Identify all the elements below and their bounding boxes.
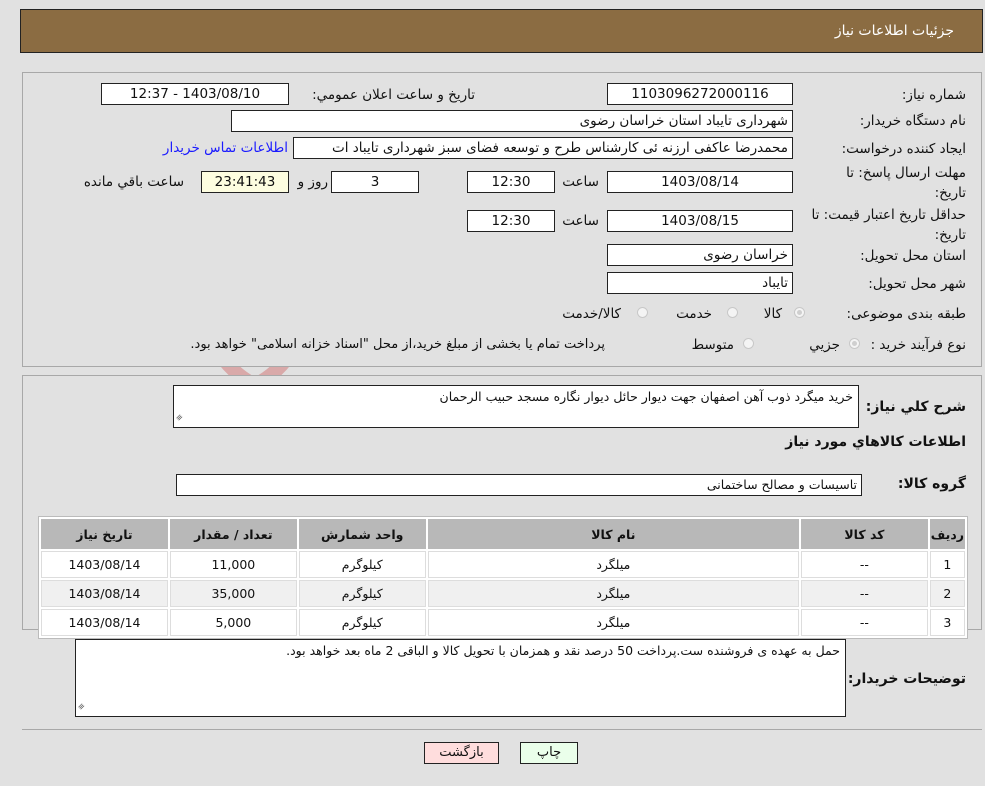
summary-label: شرح کلي نياز: bbox=[865, 399, 966, 415]
cell-date: 1403/08/14 bbox=[41, 580, 168, 607]
validity-time-field: 12:30 bbox=[467, 210, 555, 232]
category-option-service: خدمت bbox=[676, 306, 712, 322]
need-number-label: شماره نیاز: bbox=[901, 87, 966, 103]
category-radio-service[interactable] bbox=[727, 307, 738, 318]
cell-name: میلگرد bbox=[427, 551, 799, 578]
city-label: شهر محل تحویل: bbox=[868, 276, 966, 292]
table-row: 1 -- میلگرد کیلوگرم 11,000 1403/08/14 bbox=[41, 551, 965, 578]
cell-row: 1 bbox=[929, 551, 965, 578]
cell-row: 2 bbox=[929, 580, 965, 607]
process-option-medium: متوسط bbox=[691, 337, 734, 353]
summary-textarea[interactable]: خرید میگرد ذوب آهن اصفهان جهت دیوار حائل… bbox=[173, 385, 859, 428]
summary-text: خرید میگرد ذوب آهن اصفهان جهت دیوار حائل… bbox=[439, 389, 853, 404]
col-name: نام کالا bbox=[427, 519, 799, 549]
cell-qty: 11,000 bbox=[169, 551, 297, 578]
validity-label: حداقل تاریخ اعتبار قیمت: تا تاریخ: bbox=[811, 207, 966, 243]
group-field: تاسیسات و مصالح ساختمانی bbox=[176, 474, 862, 496]
category-option-goods-service: کالا/خدمت bbox=[562, 306, 621, 322]
cell-date: 1403/08/14 bbox=[41, 609, 168, 636]
cell-unit: کیلوگرم bbox=[298, 580, 426, 607]
deadline-date-field: 1403/08/14 bbox=[607, 171, 793, 193]
province-label: استان محل تحویل: bbox=[860, 248, 966, 264]
days-field: 3 bbox=[331, 171, 419, 193]
col-date: تاریخ نیاز bbox=[41, 519, 168, 549]
cell-row: 3 bbox=[929, 609, 965, 636]
validity-time-label: ساعت bbox=[562, 213, 599, 229]
col-unit: واحد شمارش bbox=[298, 519, 426, 549]
process-radio-medium[interactable] bbox=[743, 338, 754, 349]
items-table: ردیف کد کالا نام کالا واحد شمارش تعداد /… bbox=[38, 516, 968, 639]
table-header-row: ردیف کد کالا نام کالا واحد شمارش تعداد /… bbox=[41, 519, 965, 549]
days-label: روز و bbox=[297, 174, 328, 190]
print-button[interactable]: چاپ bbox=[520, 742, 578, 764]
table-row: 2 -- میلگرد کیلوگرم 35,000 1403/08/14 bbox=[41, 580, 965, 607]
city-field: تایباد bbox=[607, 272, 793, 294]
cell-qty: 35,000 bbox=[169, 580, 297, 607]
notes-text: حمل به عهده ی فروشنده ست.پرداخت 50 درصد … bbox=[286, 643, 840, 658]
notes-label: توضیحات خریدار: bbox=[847, 671, 966, 687]
buyer-contact-link[interactable]: اطلاعات تماس خریدار bbox=[163, 140, 288, 156]
deadline-time-label: ساعت bbox=[562, 174, 599, 190]
cell-name: میلگرد bbox=[427, 609, 799, 636]
col-code: کد کالا bbox=[801, 519, 928, 549]
cell-date: 1403/08/14 bbox=[41, 551, 168, 578]
cell-code: -- bbox=[801, 551, 928, 578]
cell-code: -- bbox=[801, 609, 928, 636]
process-radio-minor[interactable] bbox=[849, 338, 860, 349]
table-row: 3 -- میلگرد کیلوگرم 5,000 1403/08/14 bbox=[41, 609, 965, 636]
back-button[interactable]: بازگشت bbox=[424, 742, 499, 764]
resize-grip-icon[interactable]: ≡ bbox=[171, 409, 188, 426]
buyer-org-field: شهرداری تایباد استان خراسان رضوی bbox=[231, 110, 793, 132]
process-note: پرداخت تمام یا بخشی از مبلغ خرید،از محل … bbox=[190, 337, 605, 352]
category-option-goods: کالا bbox=[763, 306, 782, 322]
deadline-label: مهلت ارسال پاسخ: تا تاریخ: bbox=[846, 165, 966, 201]
cell-unit: کیلوگرم bbox=[298, 551, 426, 578]
province-field: خراسان رضوی bbox=[607, 244, 793, 266]
process-option-minor: جزیي bbox=[809, 337, 840, 353]
creator-field: محمدرضا عاکفی ارزنه ئی کارشناس طرح و توس… bbox=[293, 137, 793, 159]
remaining-time-field: 23:41:43 bbox=[201, 171, 289, 193]
col-qty: تعداد / مقدار bbox=[169, 519, 297, 549]
announce-label: تاريخ و ساعت اعلان عمومي: bbox=[312, 87, 475, 103]
cell-code: -- bbox=[801, 580, 928, 607]
divider bbox=[22, 729, 982, 730]
creator-label: ایجاد کننده درخواست: bbox=[841, 141, 966, 157]
notes-textarea[interactable]: حمل به عهده ی فروشنده ست.پرداخت 50 درصد … bbox=[75, 639, 846, 717]
cell-name: میلگرد bbox=[427, 580, 799, 607]
category-radio-goods-service[interactable] bbox=[637, 307, 648, 318]
col-row: ردیف bbox=[929, 519, 965, 549]
group-label: گروه کالا: bbox=[897, 476, 966, 492]
resize-grip-icon[interactable]: ≡ bbox=[73, 698, 90, 715]
announce-datetime-field: 1403/08/10 - 12:37 bbox=[101, 83, 289, 105]
category-radio-goods[interactable] bbox=[794, 307, 805, 318]
cell-unit: کیلوگرم bbox=[298, 609, 426, 636]
items-heading: اطلاعات کالاهاي مورد نياز bbox=[785, 434, 966, 450]
remaining-label: ساعت باقي مانده bbox=[83, 174, 184, 190]
cell-qty: 5,000 bbox=[169, 609, 297, 636]
buyer-org-label: نام دستگاه خریدار: bbox=[859, 113, 966, 129]
process-label: نوع فرآیند خرید : bbox=[870, 337, 966, 353]
need-number-field: 1103096272000116 bbox=[607, 83, 793, 105]
deadline-time-field: 12:30 bbox=[467, 171, 555, 193]
category-label: طبقه بندی موضوعی: bbox=[846, 306, 966, 322]
validity-date-field: 1403/08/15 bbox=[607, 210, 793, 232]
page-header: جزئیات اطلاعات نیاز bbox=[20, 9, 983, 53]
page-title: جزئیات اطلاعات نیاز bbox=[834, 23, 954, 39]
